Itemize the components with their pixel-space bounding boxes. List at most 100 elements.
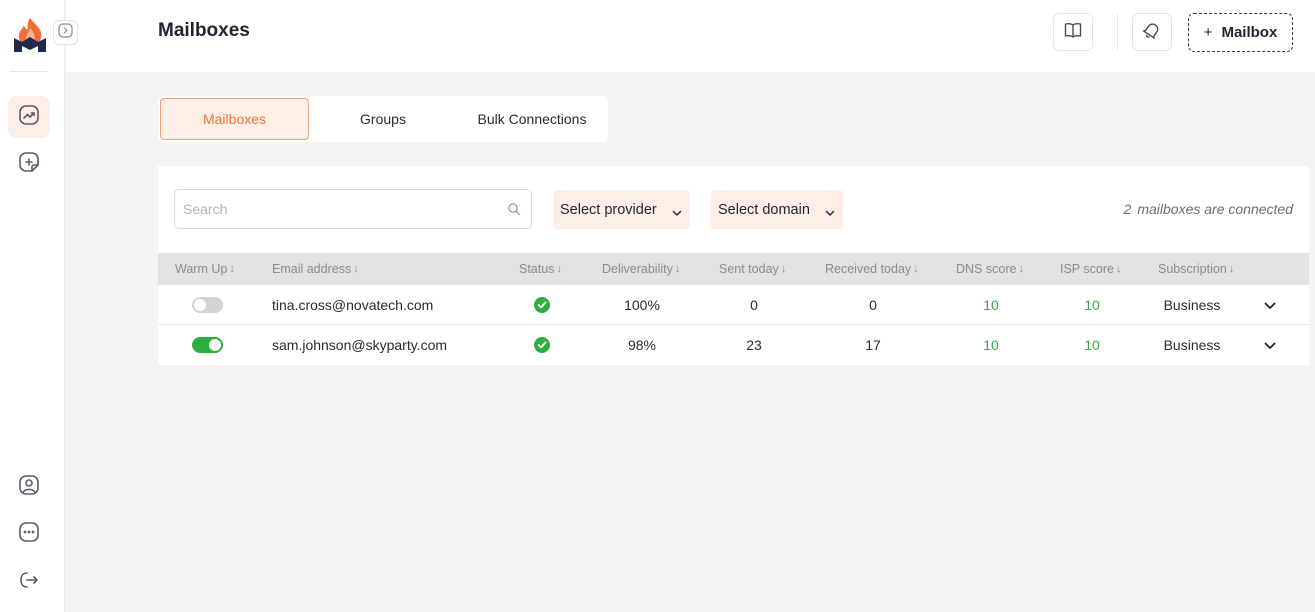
bell-icon bbox=[1142, 20, 1162, 45]
provider-select-label: Select provider bbox=[560, 201, 657, 218]
add-mailbox-button[interactable]: + Mailbox bbox=[1188, 13, 1293, 52]
tab-bulk-connections[interactable]: Bulk Connections bbox=[458, 98, 606, 140]
warm-up-cell bbox=[187, 325, 227, 365]
sidebar-divider bbox=[10, 71, 48, 72]
sort-arrow-icon: ↓ bbox=[353, 263, 359, 275]
book-icon bbox=[1063, 20, 1083, 45]
column-header-dns-score[interactable]: DNS score ↓ bbox=[956, 253, 1024, 285]
chevron-down-icon bbox=[825, 205, 835, 221]
sidebar bbox=[0, 0, 65, 612]
email-cell[interactable]: tina.cross@novatech.com bbox=[272, 285, 433, 325]
chevron-down-icon bbox=[1264, 297, 1276, 313]
sort-arrow-icon: ↓ bbox=[674, 263, 681, 275]
column-label: DNS score bbox=[956, 262, 1017, 276]
status-ok-icon bbox=[534, 297, 550, 313]
status-cell bbox=[522, 285, 562, 325]
toggle-knob bbox=[208, 339, 221, 351]
docs-button[interactable] bbox=[1053, 13, 1093, 51]
add-mailbox-label: Mailbox bbox=[1221, 24, 1278, 41]
sidebar-item-logout[interactable] bbox=[8, 561, 50, 603]
flame-logo-icon[interactable] bbox=[12, 16, 48, 54]
column-label: Deliverability bbox=[602, 262, 673, 276]
connected-count: 2 bbox=[1123, 201, 1132, 217]
connected-label: mailboxes are connected bbox=[1137, 201, 1293, 217]
column-label: Received today bbox=[825, 262, 912, 276]
column-header-status[interactable]: Status ↓ bbox=[519, 253, 562, 285]
deliverability-cell: 100% bbox=[624, 297, 660, 313]
column-label: Status bbox=[519, 262, 555, 276]
subscription-cell: Business bbox=[1163, 297, 1221, 313]
search-input[interactable] bbox=[175, 190, 495, 228]
column-label: Email address bbox=[272, 262, 352, 276]
connected-count-text: 2 mailboxes are connected bbox=[1124, 201, 1293, 217]
dashboard-chart-icon bbox=[18, 104, 40, 131]
sort-arrow-icon: ↓ bbox=[1228, 263, 1235, 275]
received-today-cell: 17 bbox=[865, 337, 881, 353]
sort-arrow-icon: ↓ bbox=[913, 263, 919, 275]
table-row[interactable]: tina.cross@novatech.com 100% 0 0 10 10 B… bbox=[158, 285, 1309, 325]
status-ok-icon bbox=[534, 337, 550, 353]
isp-score-cell: 10 bbox=[1084, 297, 1100, 313]
sent-today-cell: 23 bbox=[746, 337, 762, 353]
deliverability-cell: 98% bbox=[627, 337, 657, 353]
tab-mailboxes[interactable]: Mailboxes bbox=[160, 98, 309, 140]
chevron-down-icon bbox=[672, 205, 682, 221]
column-header-warm-up[interactable]: Warm Up ↓ bbox=[175, 253, 235, 285]
top-bar: Mailboxes + Mailbox bbox=[66, 0, 1315, 72]
column-header-deliverability[interactable]: Deliverability ↓ bbox=[602, 253, 680, 285]
column-header-sent-today[interactable]: Sent today ↓ bbox=[719, 253, 786, 285]
expand-sidebar-icon bbox=[58, 22, 73, 43]
tab-groups[interactable]: Groups bbox=[318, 98, 448, 140]
table-header: Warm Up ↓ Email address ↓ Status ↓ Delivera… bbox=[158, 253, 1309, 285]
email-cell[interactable]: sam.johnson@skyparty.com bbox=[272, 325, 447, 365]
warm-up-toggle[interactable] bbox=[191, 297, 223, 313]
dns-score-cell: 10 bbox=[983, 297, 999, 313]
domain-select-label: Select domain bbox=[718, 201, 810, 218]
expand-sidebar-button[interactable] bbox=[53, 20, 78, 45]
sort-arrow-icon: ↓ bbox=[1018, 263, 1024, 275]
logout-icon bbox=[18, 569, 40, 596]
chevron-down-icon bbox=[1264, 337, 1276, 353]
sidebar-item-new[interactable] bbox=[8, 143, 50, 185]
column-label: ISP score bbox=[1060, 262, 1114, 276]
subscription-cell: Business bbox=[1163, 337, 1221, 353]
search-box bbox=[174, 189, 532, 229]
column-header-subscription[interactable]: Subscription ↓ bbox=[1158, 253, 1234, 285]
column-header-email[interactable]: Email address ↓ bbox=[272, 253, 359, 285]
sort-arrow-icon: ↓ bbox=[1115, 263, 1122, 275]
warm-up-cell bbox=[187, 285, 227, 325]
column-header-received-today[interactable]: Received today ↓ bbox=[825, 253, 919, 285]
isp-score-cell: 10 bbox=[1084, 337, 1100, 353]
expand-row-button[interactable] bbox=[1255, 285, 1285, 325]
sent-today-cell: 0 bbox=[750, 297, 758, 313]
status-cell bbox=[522, 325, 562, 365]
sidebar-item-account[interactable] bbox=[8, 466, 50, 508]
mailboxes-panel: Select provider Select domain 2 mailboxes… bbox=[158, 166, 1309, 365]
topbar-divider bbox=[1117, 14, 1118, 50]
sidebar-item-more[interactable] bbox=[8, 513, 50, 555]
account-icon bbox=[18, 474, 40, 501]
table-row[interactable]: sam.johnson@skyparty.com 98% 23 17 10 10… bbox=[158, 325, 1309, 365]
column-label: Subscription bbox=[1158, 262, 1227, 276]
column-label: Sent today bbox=[719, 262, 779, 276]
page-title: Mailboxes bbox=[158, 20, 250, 41]
sort-arrow-icon: ↓ bbox=[556, 263, 562, 275]
add-document-icon bbox=[18, 151, 40, 178]
search-icon[interactable] bbox=[507, 202, 521, 221]
more-options-icon bbox=[18, 521, 40, 548]
column-header-isp-score[interactable]: ISP score ↓ bbox=[1060, 253, 1121, 285]
notifications-button[interactable] bbox=[1132, 13, 1172, 51]
provider-select[interactable]: Select provider bbox=[553, 190, 690, 229]
sort-arrow-icon: ↓ bbox=[780, 263, 787, 275]
domain-select[interactable]: Select domain bbox=[711, 190, 843, 229]
warm-up-toggle[interactable] bbox=[191, 337, 223, 353]
sidebar-item-dashboard[interactable] bbox=[8, 96, 50, 138]
view-tabs: Mailboxes Groups Bulk Connections bbox=[158, 96, 608, 142]
toggle-knob bbox=[193, 299, 206, 311]
received-today-cell: 0 bbox=[869, 297, 877, 313]
expand-row-button[interactable] bbox=[1255, 325, 1285, 365]
plus-icon: + bbox=[1203, 24, 1213, 41]
dns-score-cell: 10 bbox=[983, 337, 999, 353]
sort-arrow-icon: ↓ bbox=[229, 263, 235, 275]
column-label: Warm Up bbox=[175, 262, 228, 276]
